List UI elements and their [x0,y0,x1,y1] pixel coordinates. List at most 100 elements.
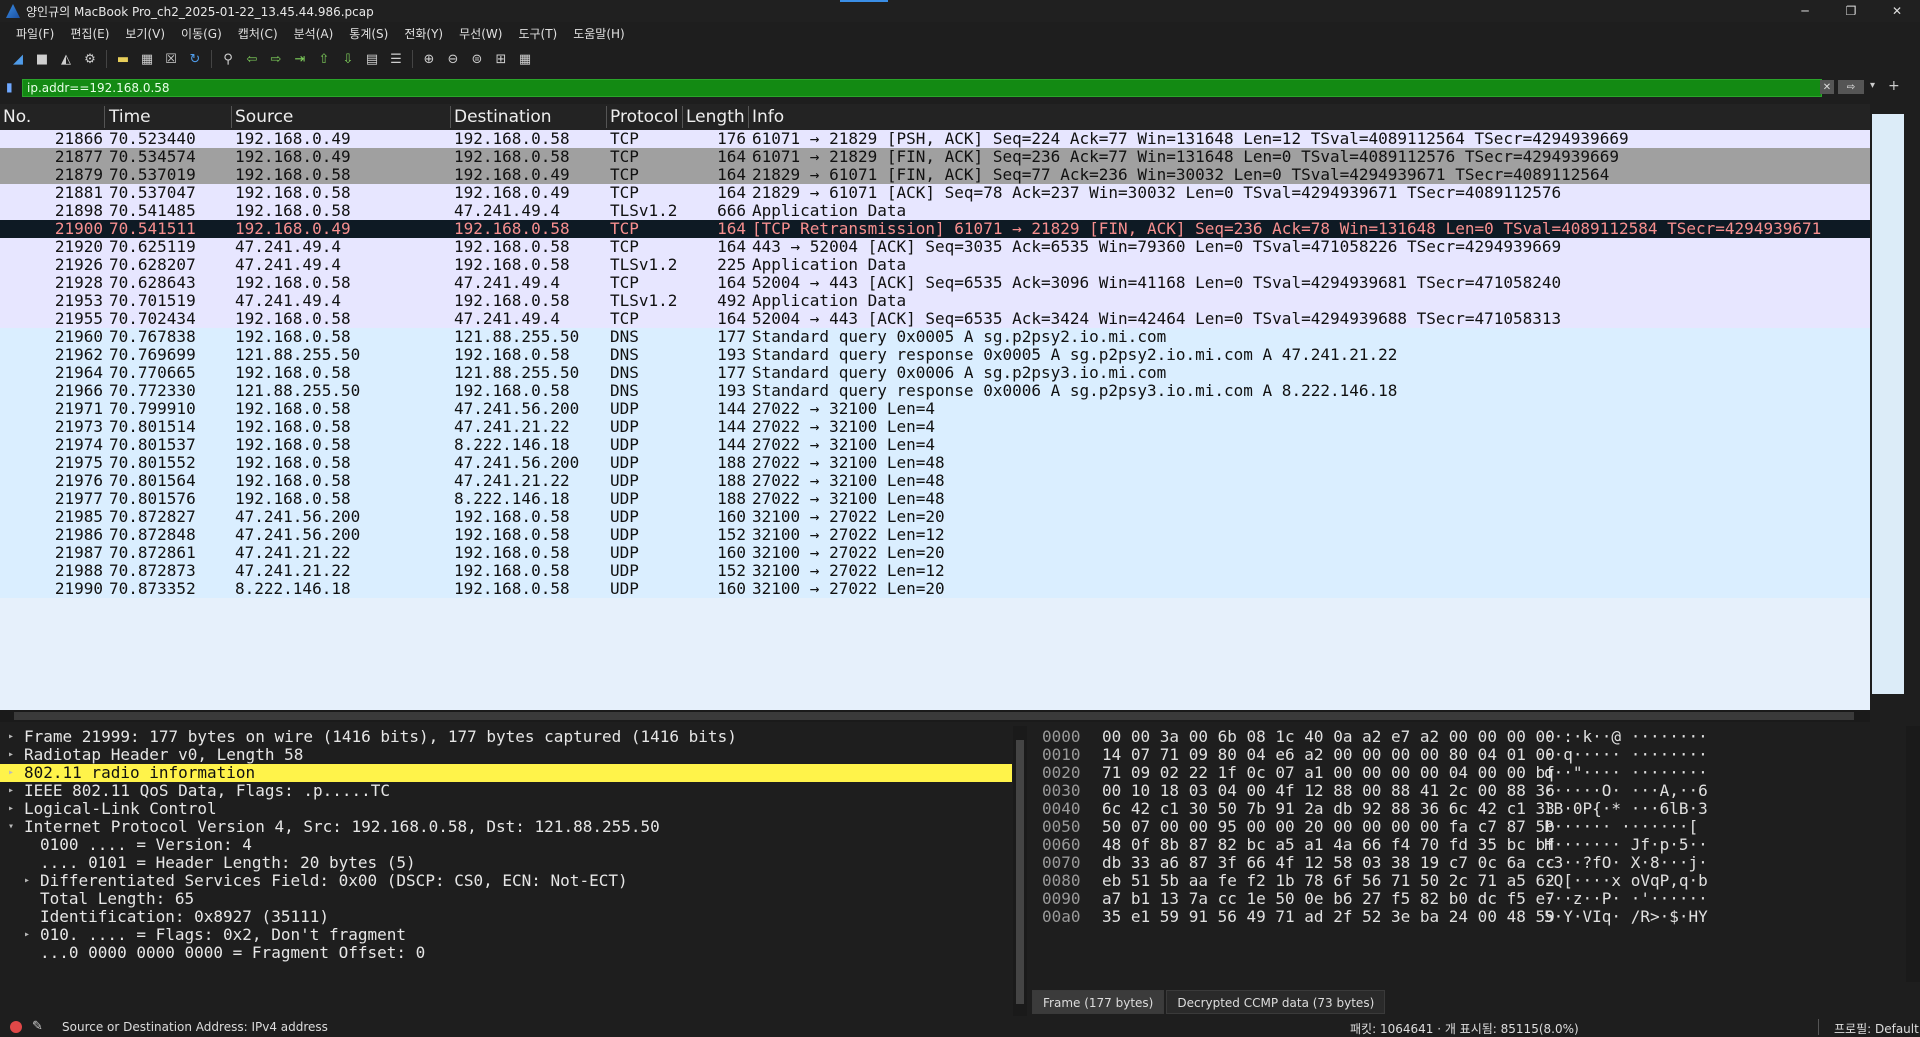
packet-row[interactable]: 21964 70.770665 192.168.0.58 121.88.255.50 D… [0,364,1870,382]
detail-tree-item[interactable]: ▸ IEEE 802.11 QoS Data, Flags: .p.....TC [0,782,1012,800]
restore-button[interactable]: ❐ [1828,0,1874,22]
column-header-length[interactable]: Length [686,107,745,127]
menu-item[interactable]: 전화(Y) [396,25,451,42]
column-header-source[interactable]: Source [235,107,293,127]
hex-dump-row[interactable]: 0030 00 10 18 03 04 00 4f 12 88 00 88 41 … [1030,782,1904,800]
tree-expand-icon[interactable]: ▸ [8,782,14,800]
detail-tree-item[interactable]: Identification: 0x8927 (35111) [0,908,1012,926]
stop-capture-icon[interactable]: ■ [32,49,52,69]
detail-tree-item[interactable]: ▸ 010. .... = Flags: 0x2, Don't fragment [0,926,1012,944]
restart-capture-icon[interactable]: ◭ [56,49,76,69]
display-filter-field[interactable] [22,79,1822,97]
detail-tree-item[interactable]: 0100 .... = Version: 4 [0,836,1012,854]
packet-row[interactable]: 21987 70.872861 47.241.21.22 192.168.0.58 UD… [0,544,1870,562]
packet-row[interactable]: 21990 70.873352 8.222.146.18 192.168.0.58 UD… [0,580,1870,598]
menu-item[interactable]: 캡처(C) [230,25,286,42]
minimize-button[interactable]: ─ [1782,0,1828,22]
auto-scroll-icon[interactable]: ▤ [362,49,382,69]
column-header-time[interactable]: Time [109,107,151,127]
tree-expand-icon[interactable]: ▸ [8,728,14,746]
details-scroll-thumb[interactable] [1016,740,1024,1004]
zoom-in-icon[interactable]: ⊕ [419,49,439,69]
hex-dump-row[interactable]: 0070 db 33 a6 87 3f 66 4f 12 58 03 38 19 … [1030,854,1904,872]
packet-row[interactable]: 21971 70.799910 192.168.0.58 47.241.56.200 U… [0,400,1870,418]
detail-tree-item[interactable]: ▸ Logical-Link Control [0,800,1012,818]
detail-tree-item[interactable]: Total Length: 65 [0,890,1012,908]
zoom-out-icon[interactable]: ⊖ [443,49,463,69]
detail-tree-item[interactable]: .... 0101 = Header Length: 20 bytes (5) [0,854,1012,872]
packet-list-scrollbar[interactable] [1872,104,1904,710]
packet-row[interactable]: 21900 70.541511 192.168.0.49 192.168.0.58 TC… [0,220,1870,238]
shark-fin-start-icon[interactable]: ◢ [8,49,28,69]
packet-row[interactable]: 21866 70.523440 192.168.0.49 192.168.0.58 TC… [0,130,1870,148]
packet-row[interactable]: 21985 70.872827 47.241.56.200 192.168.0.58 U… [0,508,1870,526]
save-file-icon[interactable]: ▦ [137,49,157,69]
expert-info-icon[interactable] [10,1021,22,1033]
hex-dump-row[interactable]: 0060 48 0f 8b 87 82 bc a5 a1 4a 66 f4 70 … [1030,836,1904,854]
detail-tree-item[interactable]: ▸ Frame 21999: 177 bytes on wire (1416 bi… [0,728,1012,746]
menu-item[interactable]: 무선(W) [451,25,510,42]
detail-tree-item[interactable]: ...0 0000 0000 0000 = Fragment Offset: 0 [0,944,1012,962]
detail-tree-item[interactable]: ▸ Radiotap Header v0, Length 58 [0,746,1012,764]
tab-frame-bytes[interactable]: Frame (177 bytes) [1032,990,1165,1014]
packet-row[interactable]: 21877 70.534574 192.168.0.49 192.168.0.58 TC… [0,148,1870,166]
hscroll-thumb[interactable] [14,712,1854,720]
find-packet-icon[interactable]: ⚲ [218,49,238,69]
packet-row[interactable]: 21879 70.537019 192.168.0.58 192.168.0.49 TC… [0,166,1870,184]
capture-comment-icon[interactable]: ✎ [32,1019,43,1034]
zoom-reset-icon[interactable]: ⊜ [467,49,487,69]
packet-row[interactable]: 21988 70.872873 47.241.21.22 192.168.0.58 UD… [0,562,1870,580]
hex-dump-row[interactable]: 0020 71 09 02 22 1f 0c 07 a1 00 00 00 00 … [1030,764,1904,782]
detail-tree-item[interactable]: ▸ Differentiated Services Field: 0x00 (DS… [0,872,1012,890]
details-scrollbar[interactable] [1013,726,1027,1016]
packet-minimap[interactable] [1872,114,1904,694]
reload-file-icon[interactable]: ↻ [185,49,205,69]
column-header-no[interactable]: No. [3,107,31,127]
display-filter-input[interactable] [27,81,1727,95]
status-profile[interactable]: 프로필: Default [1834,1020,1919,1037]
layout-icon[interactable]: ▦ [515,49,535,69]
tree-expand-icon[interactable]: ▸ [8,746,14,764]
go-first-icon[interactable]: ⇧ [314,49,334,69]
packet-row[interactable]: 21898 70.541485 192.168.0.58 47.241.49.4 TLS… [0,202,1870,220]
menu-item[interactable]: 파일(F) [8,25,62,42]
filter-clear-icon[interactable]: ✕ [1820,80,1834,94]
hex-dump-row[interactable]: 0040 6c 42 c1 30 50 7b 91 2a db 92 88 36 … [1030,800,1904,818]
column-header-destination[interactable]: Destination [454,107,552,127]
packet-list[interactable]: No. Time Source Destination Protocol Len… [0,104,1870,710]
packet-row[interactable]: 21881 70.537047 192.168.0.58 192.168.0.49 TC… [0,184,1870,202]
hex-dump-row[interactable]: 0080 eb 51 5b aa fe f2 1b 78 6f 56 71 50 … [1030,872,1904,890]
hex-dump-row[interactable]: 0050 50 07 00 00 95 00 00 20 00 00 00 00 … [1030,818,1904,836]
packet-details-pane[interactable]: ▸ Frame 21999: 177 bytes on wire (1416 bi… [0,726,1012,1016]
resize-columns-icon[interactable]: ⊞ [491,49,511,69]
packet-row[interactable]: 21928 70.628643 192.168.0.58 47.241.49.4 TCP… [0,274,1870,292]
menu-item[interactable]: 편집(E) [62,25,117,42]
packet-row[interactable]: 21976 70.801564 192.168.0.58 47.241.21.22 UD… [0,472,1870,490]
go-to-packet-icon[interactable]: ⇥ [290,49,310,69]
menu-item[interactable]: 도구(T) [510,25,565,42]
capture-options-icon[interactable]: ⚙ [80,49,100,69]
hex-dump-row[interactable]: 00a0 35 e1 59 91 56 49 71 ad 2f 52 3e ba … [1030,908,1904,926]
tree-expand-icon[interactable]: ▸ [24,926,30,944]
menu-item[interactable]: 보기(V) [117,25,173,42]
menu-item[interactable]: 통계(S) [341,25,396,42]
detail-tree-item[interactable]: ▾ Internet Protocol Version 4, Src: 192.1… [0,818,1012,836]
column-header-info[interactable]: Info [752,107,784,127]
packet-bytes-pane[interactable]: 0000 00 00 3a 00 6b 08 1c 40 0a a2 e7 a2 … [1030,726,1904,982]
packet-row[interactable]: 21966 70.772330 121.88.255.50 192.168.0.58 D… [0,382,1870,400]
packet-row[interactable]: 21920 70.625119 47.241.49.4 192.168.0.58 TCP… [0,238,1870,256]
menu-item[interactable]: 도움말(H) [565,25,633,42]
packet-row[interactable]: 21960 70.767838 192.168.0.58 121.88.255.50 D… [0,328,1870,346]
open-file-icon[interactable]: ▬ [113,49,133,69]
packet-row[interactable]: 21986 70.872848 47.241.56.200 192.168.0.58 U… [0,526,1870,544]
filter-history-dropdown-icon[interactable]: ▾ [1870,80,1875,91]
filter-apply-button[interactable]: ⇨ [1838,80,1864,94]
detail-tree-item[interactable]: ▸ 802.11 radio information [0,764,1012,782]
hex-dump-row[interactable]: 0090 a7 b1 13 7a cc 1e 50 0e b6 27 f5 82 … [1030,890,1904,908]
add-filter-button[interactable]: + [1888,78,1900,94]
packet-row[interactable]: 21953 70.701519 47.241.49.4 192.168.0.58 TLS… [0,292,1870,310]
hex-dump-row[interactable]: 0000 00 00 3a 00 6b 08 1c 40 0a a2 e7 a2 … [1030,728,1904,746]
menu-item[interactable]: 이동(G) [173,25,230,42]
filter-bookmark-icon[interactable]: ▮ [6,80,20,96]
tree-collapse-icon[interactable]: ▾ [8,818,14,836]
